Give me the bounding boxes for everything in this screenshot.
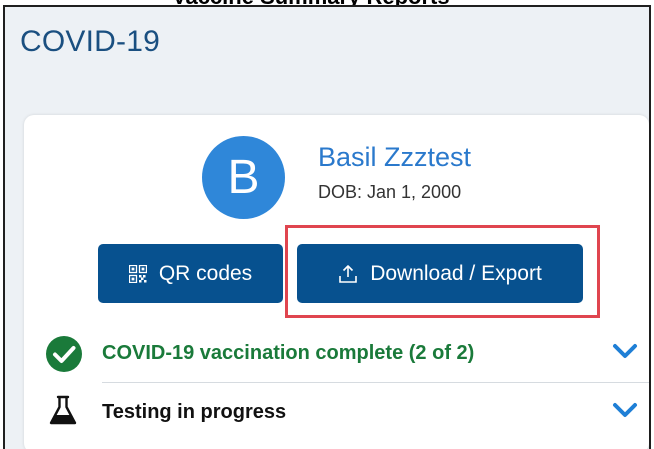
flask-icon — [48, 395, 78, 432]
avatar: B — [202, 136, 285, 219]
patient-dob: DOB: Jan 1, 2000 — [318, 182, 462, 202]
qr-codes-label: QR codes — [158, 261, 253, 285]
vaccination-status-label: COVID-19 vaccination complete (2 of 2) — [102, 342, 475, 364]
covid-panel: COVID-19 B Basil Zzztest DOB: Jan 1, 200… — [3, 5, 651, 449]
patient-name[interactable]: Basil Zzztest — [318, 142, 471, 173]
patient-card: B Basil Zzztest DOB: Jan 1, 2000 QR code… — [24, 115, 649, 449]
qr-codes-button[interactable]: QR codes — [98, 244, 283, 303]
download-export-button[interactable]: Download / Export — [297, 244, 583, 303]
check-circle-icon — [45, 335, 83, 378]
chevron-down-icon[interactable] — [612, 401, 638, 424]
panel-title: COVID-19 — [20, 25, 160, 58]
avatar-initial: B — [227, 151, 260, 204]
testing-status-row[interactable]: Testing in progress — [24, 385, 649, 439]
qr-code-icon — [128, 264, 147, 283]
chevron-down-icon[interactable] — [612, 342, 638, 365]
upload-arrow-icon — [338, 264, 358, 284]
row-divider — [102, 382, 649, 383]
testing-status-label: Testing in progress — [102, 401, 287, 423]
vaccination-status-row[interactable]: COVID-19 vaccination complete (2 of 2) — [24, 327, 649, 381]
download-export-label: Download / Export — [370, 261, 542, 285]
